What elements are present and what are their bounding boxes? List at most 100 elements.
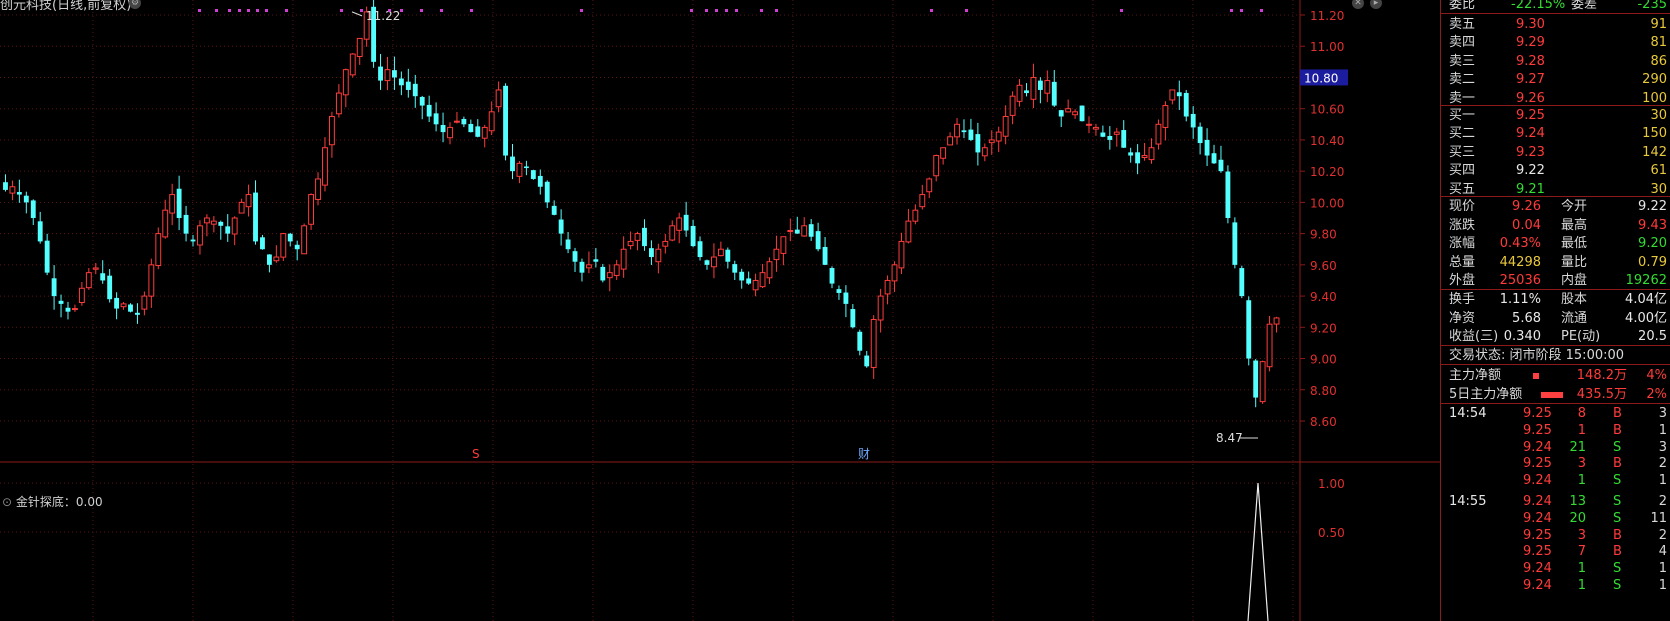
candle-body bbox=[1079, 105, 1085, 122]
candle-body bbox=[148, 264, 155, 297]
divider bbox=[1441, 13, 1670, 14]
candle-body bbox=[732, 264, 738, 273]
candle-body bbox=[544, 181, 550, 203]
candle-body bbox=[419, 96, 425, 106]
candle-body bbox=[884, 279, 891, 295]
chart-title: 创元科技(日线,前复权) bbox=[0, 0, 132, 13]
candle-body bbox=[510, 156, 515, 172]
bid-row: 买二 9.24 150 bbox=[1441, 124, 1670, 143]
stats-row: 总量 44298 量比 0.79 bbox=[1441, 253, 1670, 272]
candle-body bbox=[627, 240, 634, 247]
y-tick-label: 9.60 bbox=[1310, 259, 1337, 273]
cell: 9.28 bbox=[1516, 53, 1545, 69]
candle-body bbox=[114, 297, 120, 309]
signal-dot bbox=[285, 9, 288, 12]
candle-body bbox=[1204, 139, 1210, 156]
signal-dot bbox=[470, 9, 473, 12]
candle-body bbox=[919, 194, 926, 208]
cell: 290 bbox=[1642, 72, 1667, 88]
candle-body bbox=[488, 111, 495, 132]
cell: 9.23 bbox=[1516, 144, 1545, 160]
cell: 净资 bbox=[1449, 310, 1476, 326]
candle-body bbox=[551, 205, 557, 215]
candle-body bbox=[572, 251, 578, 262]
candle-body bbox=[642, 227, 647, 247]
trade-status: 交易状态: 闭市阶段 15:00:00 bbox=[1449, 348, 1625, 363]
candle-body bbox=[433, 113, 439, 125]
candle-body bbox=[1030, 76, 1037, 100]
y-tick-label: 10.60 bbox=[1310, 103, 1344, 117]
candle-body bbox=[1218, 159, 1224, 172]
sub-y-tick-label: 1.00 bbox=[1318, 477, 1345, 491]
tick-count: 1 bbox=[1658, 578, 1667, 593]
candle-body bbox=[1044, 80, 1051, 94]
candle-body bbox=[739, 271, 745, 281]
cell: PE(动) bbox=[1561, 329, 1601, 345]
signal-dot bbox=[400, 9, 403, 12]
candle-body bbox=[600, 266, 606, 281]
signal-dot bbox=[440, 9, 443, 12]
candle-body bbox=[468, 123, 474, 133]
signal-dot bbox=[930, 9, 933, 12]
candle-body bbox=[780, 236, 787, 254]
candle-body bbox=[273, 256, 280, 262]
candle-body bbox=[1211, 153, 1217, 164]
candle-body bbox=[169, 194, 176, 214]
candle-body bbox=[1107, 136, 1113, 140]
ask-row: 卖二 9.27 290 bbox=[1441, 70, 1670, 89]
stats-row: 现价 9.26 今开 9.22 bbox=[1441, 197, 1670, 216]
candle-body bbox=[176, 188, 182, 218]
candle-body bbox=[717, 248, 724, 257]
stats2-row: 净资 5.68 流通 4.00亿 bbox=[1441, 309, 1670, 328]
candle-body bbox=[565, 239, 571, 250]
signal-dot bbox=[1260, 9, 1263, 12]
signal-dot bbox=[340, 9, 343, 12]
candle-body bbox=[891, 264, 898, 282]
cell: 买四 bbox=[1449, 163, 1476, 179]
signal-dot bbox=[1120, 9, 1123, 12]
tick-side: S bbox=[1613, 473, 1622, 489]
candle-body bbox=[870, 319, 877, 368]
cell: 5日主力净额 bbox=[1449, 387, 1523, 402]
candle-body bbox=[766, 261, 773, 279]
candle-body bbox=[905, 220, 912, 243]
signal-dot bbox=[705, 9, 708, 12]
chevron-down-icon[interactable]: ⊙ bbox=[2, 495, 12, 509]
candle-body bbox=[155, 233, 162, 266]
cell: 61 bbox=[1650, 163, 1667, 179]
candle-body bbox=[1148, 147, 1155, 161]
cell: 涨跌 bbox=[1449, 217, 1476, 233]
cell: -235 bbox=[1637, 0, 1667, 12]
cell: 2% bbox=[1646, 387, 1667, 402]
status-row: 交易状态: 闭市阶段 15:00:00 bbox=[1441, 346, 1670, 365]
cell: 150 bbox=[1642, 126, 1667, 142]
flow-row: 主力净额 148.2万 4% bbox=[1441, 366, 1670, 385]
candle-body bbox=[585, 264, 592, 269]
candle-body bbox=[447, 126, 453, 139]
cell: 44298 bbox=[1499, 254, 1541, 270]
candle-body bbox=[1239, 268, 1245, 297]
stats-row: 外盘 25036 内盘 19262 bbox=[1441, 271, 1670, 290]
candle-body bbox=[725, 249, 731, 262]
candle-body bbox=[815, 231, 821, 250]
candle-body bbox=[1037, 80, 1043, 90]
candle-body bbox=[947, 136, 954, 146]
candlestick-chart[interactable]: 11.20 11.00 10.80 10.60 10.40 10.20 10.00 9.80 9… bbox=[0, 0, 1440, 621]
cell: 卖四 bbox=[1449, 35, 1476, 51]
candle-body bbox=[1100, 132, 1106, 137]
flow-bar bbox=[1541, 392, 1563, 398]
cell: 总量 bbox=[1449, 254, 1476, 270]
signal-dot bbox=[715, 9, 718, 12]
cell: 86 bbox=[1650, 53, 1667, 69]
candle-body bbox=[1246, 300, 1252, 359]
candle-body bbox=[384, 69, 391, 82]
cell: 142 bbox=[1642, 144, 1667, 160]
candle-body bbox=[3, 182, 8, 190]
y-tick-label: 8.80 bbox=[1310, 384, 1337, 398]
candle-body bbox=[822, 246, 828, 265]
candle-body bbox=[634, 233, 641, 241]
signal-dot bbox=[760, 9, 763, 12]
price-tag-label: 10.80 bbox=[1304, 71, 1338, 85]
cell: 买三 bbox=[1449, 144, 1476, 160]
candle-body bbox=[335, 92, 342, 115]
